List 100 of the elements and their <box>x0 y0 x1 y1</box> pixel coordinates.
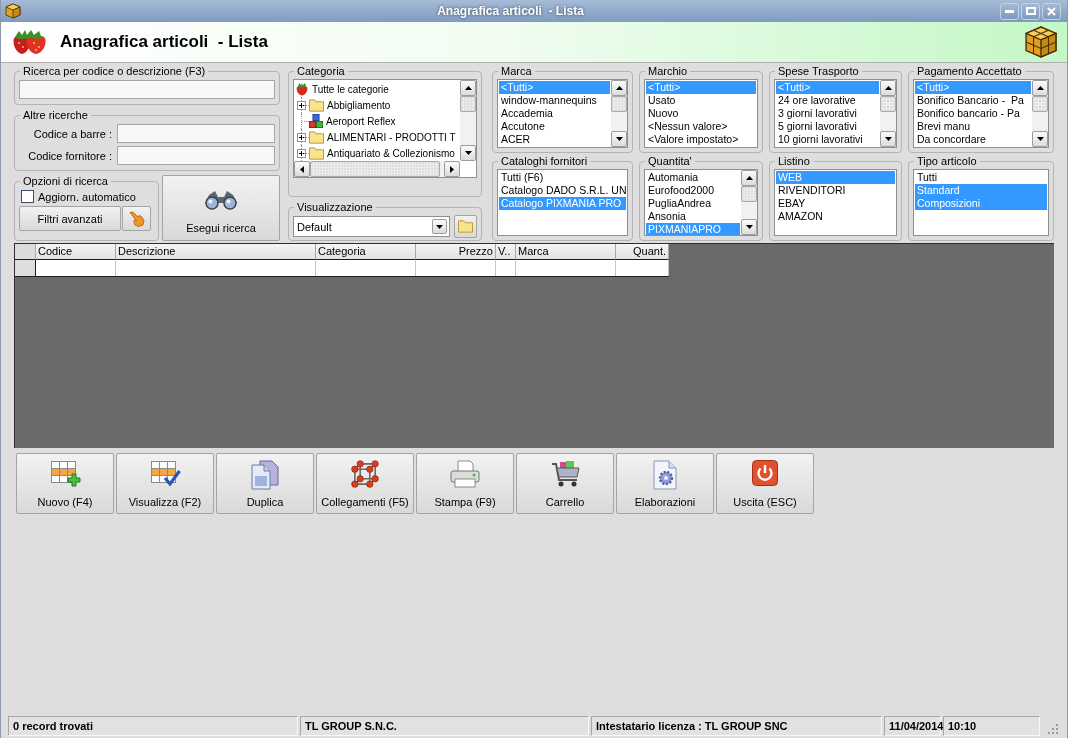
print-button[interactable]: Stampa (F9) <box>416 453 514 514</box>
minimize-button[interactable] <box>1000 2 1019 20</box>
list-item[interactable]: <Nessun valore> <box>646 120 756 133</box>
scrollbar-thumb[interactable] <box>1032 96 1048 112</box>
list-item[interactable]: Bonifico Bancario - Pa <box>915 94 1031 107</box>
list-item[interactable]: Automania <box>646 171 740 184</box>
close-button[interactable] <box>1042 2 1061 20</box>
list-item[interactable]: Catalogo DADO S.R.L. UN <box>499 184 626 197</box>
column-header[interactable]: Prezzo <box>416 244 496 260</box>
scrollbar-thumb[interactable] <box>741 186 757 202</box>
list-item[interactable]: Ansonia <box>646 210 740 223</box>
scroll-up-button[interactable] <box>1032 80 1048 96</box>
list-box[interactable]: Automania Eurofood2000 PugliaAndrea Ansonia PIXMANIAPRO <box>644 169 758 236</box>
list-item[interactable]: window-mannequins <box>499 94 610 107</box>
scroll-down-button[interactable] <box>611 131 627 147</box>
tree-item[interactable]: Aeroport Reflex <box>309 114 397 128</box>
group-label: Marca <box>500 65 533 78</box>
vertical-scrollbar[interactable] <box>880 80 896 147</box>
barcode-field[interactable] <box>117 124 275 143</box>
maximize-button[interactable] <box>1021 2 1040 20</box>
list-box[interactable]: <Tutti> Bonifico Bancario - Pa Bonifico bancario - Pa Brevi manu Da concordare <box>913 79 1049 148</box>
strawberry-icon <box>12 29 48 55</box>
list-item[interactable]: AMAZON <box>776 210 895 223</box>
column-header[interactable]: Descrizione <box>116 244 316 260</box>
list-box[interactable]: <Tutti> window-mannequins Accademia Accutone ACER <box>497 79 628 148</box>
list-item[interactable]: Tutti (F6) <box>499 171 626 184</box>
list-item[interactable]: 3 giorni lavorativi <box>776 107 879 120</box>
scrollbar-thumb[interactable] <box>460 96 476 112</box>
vertical-scrollbar[interactable] <box>460 80 476 161</box>
new-button[interactable]: Nuovo (F4) <box>16 453 114 514</box>
view-button[interactable]: Visualizza (F2) <box>116 453 214 514</box>
list-item[interactable]: 10 giorni lavorativi <box>776 133 879 146</box>
scroll-down-button[interactable] <box>741 219 757 235</box>
scroll-down-button[interactable] <box>880 131 896 147</box>
column-header[interactable]: Categoria <box>316 244 416 260</box>
list-item[interactable]: <Valore impostato> <box>646 133 756 146</box>
horizontal-scrollbar[interactable] <box>294 161 460 177</box>
pointer-button[interactable] <box>122 206 151 231</box>
list-box[interactable]: Tutti (F6) Catalogo DADO S.R.L. UN Catalogo PIXMANIA PRO <box>497 169 628 236</box>
list-item[interactable]: ACER <box>499 133 610 146</box>
list-item[interactable]: Eurofood2000 <box>646 184 740 197</box>
scroll-up-button[interactable] <box>611 80 627 96</box>
column-header[interactable]: Quant. <box>616 244 669 260</box>
supplier-code-field[interactable] <box>117 146 275 165</box>
column-header[interactable]: Marca <box>516 244 616 260</box>
list-box[interactable]: <Tutti> Usato Nuovo <Nessun valore> <Valore impostato> <box>644 79 758 148</box>
scrollbar-thumb[interactable] <box>611 96 627 112</box>
group-label: Spese Trasporto <box>777 65 860 78</box>
scroll-down-button[interactable] <box>460 145 476 161</box>
lattice-icon <box>351 460 379 488</box>
expand-icon[interactable] <box>297 133 306 142</box>
expand-icon[interactable] <box>297 101 306 110</box>
exit-button[interactable]: Uscita (ESC) <box>716 453 814 514</box>
list-item[interactable]: Brevi manu <box>915 120 1031 133</box>
view-dropdown[interactable]: Default <box>293 216 450 237</box>
vertical-scrollbar[interactable] <box>611 80 627 147</box>
scroll-up-button[interactable] <box>741 170 757 186</box>
folder-icon <box>458 220 473 233</box>
column-header[interactable]: V.. <box>496 244 516 260</box>
scroll-down-button[interactable] <box>1032 131 1048 147</box>
list-item[interactable]: RIVENDITORI <box>776 184 895 197</box>
scrollbar-thumb[interactable] <box>310 161 440 177</box>
scroll-up-button[interactable] <box>880 80 896 96</box>
list-item[interactable]: Bonifico bancario - Pa <box>915 107 1031 120</box>
processing-button[interactable]: Elaborazioni <box>616 453 714 514</box>
list-item[interactable]: Tutti <box>915 171 1047 184</box>
resize-grip-icon[interactable] <box>1048 724 1058 734</box>
duplicate-button[interactable]: Duplica <box>216 453 314 514</box>
expand-icon[interactable] <box>297 149 306 158</box>
search-field[interactable] <box>19 80 275 99</box>
tree-item[interactable]: Antiquariato & Collezionismo <box>309 146 456 160</box>
list-item[interactable]: Accutone <box>499 120 610 133</box>
list-box[interactable]: <Tutti> 24 ore lavorative 3 giorni lavorativi 5 giorni lavorativi 10 giorni lavorativi <box>774 79 897 148</box>
cart-button[interactable]: Carrello <box>516 453 614 514</box>
checkbox[interactable] <box>21 190 34 203</box>
vertical-scrollbar[interactable] <box>741 170 757 235</box>
list-item[interactable]: PugliaAndrea <box>646 197 740 210</box>
scroll-left-button[interactable] <box>294 161 310 177</box>
tree-item[interactable]: ALIMENTARI - PRODOTTI T <box>309 130 457 144</box>
list-item[interactable]: EBAY <box>776 197 895 210</box>
scroll-up-button[interactable] <box>460 80 476 96</box>
list-item[interactable]: Da concordare <box>915 133 1031 146</box>
tree-item[interactable]: Abbigliamento <box>309 98 392 112</box>
vertical-scrollbar[interactable] <box>1032 80 1048 147</box>
dropdown-button[interactable] <box>432 219 447 234</box>
list-item[interactable]: Accademia <box>499 107 610 120</box>
list-item[interactable]: Usato <box>646 94 756 107</box>
scroll-right-button[interactable] <box>444 161 460 177</box>
tree-item[interactable]: Tutte le categorie <box>295 82 390 96</box>
list-item[interactable]: Nuovo <box>646 107 756 120</box>
list-box[interactable]: WEB RIVENDITORI EBAY AMAZON <box>774 169 897 236</box>
list-item[interactable]: 24 ore lavorative <box>776 94 879 107</box>
links-button[interactable]: Collegamenti (F5) <box>316 453 414 514</box>
scrollbar-thumb[interactable] <box>880 96 896 112</box>
search-button[interactable]: Esegui ricerca <box>162 175 280 241</box>
advanced-filters-button[interactable]: Filtri avanzati <box>19 206 121 231</box>
down-arrow-icon <box>436 224 443 229</box>
list-item[interactable]: 5 giorni lavorativi <box>776 120 879 133</box>
list-box[interactable]: Tutti Standard Composizioni <box>913 169 1049 236</box>
column-header[interactable]: Codice <box>36 244 116 260</box>
